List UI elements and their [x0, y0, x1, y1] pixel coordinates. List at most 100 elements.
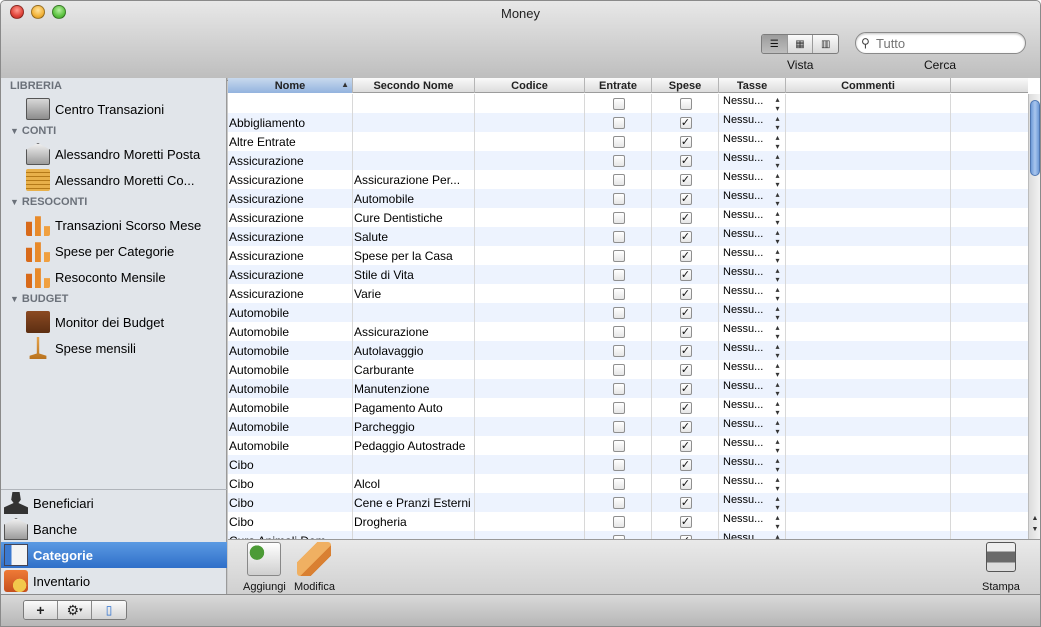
tax-select[interactable]: Nessu... ▴▾ [720, 133, 785, 151]
table-row[interactable]: Automobile Autolavaggio ✓ Nessu... ▴▾ [228, 341, 1028, 360]
column-header-tasse[interactable]: Tasse [719, 78, 786, 93]
cell-secondo-nome[interactable] [353, 132, 475, 151]
spese-checkbox[interactable]: ✓ [679, 287, 692, 300]
cell-codice[interactable] [475, 322, 585, 341]
tax-select[interactable]: Nessu... ▴▾ [720, 418, 785, 436]
spese-checkbox[interactable]: ✓ [679, 268, 692, 281]
tax-select[interactable]: Nessu... ▴▾ [720, 323, 785, 341]
table-row[interactable]: Automobile Parcheggio ✓ Nessu... ▴▾ [228, 417, 1028, 436]
entrate-checkbox[interactable] [612, 192, 625, 205]
tax-select[interactable]: Nessu... ▴▾ [720, 361, 785, 379]
spese-checkbox[interactable] [679, 97, 692, 110]
cell-commenti[interactable] [786, 398, 951, 417]
sidebar-item-account-posta[interactable]: Alessandro Moretti Posta [26, 142, 224, 166]
tax-select[interactable]: Nessu... ▴▾ [720, 475, 785, 493]
cell-secondo-nome[interactable]: Manutenzione [353, 379, 475, 398]
table-row[interactable]: Automobile Pedaggio Autostrade ✓ Nessu... ▴▾ [228, 436, 1028, 455]
cell-commenti[interactable] [786, 246, 951, 265]
cell-nome[interactable]: Assicurazione [228, 246, 353, 265]
sidebar-item-inventario[interactable]: Inventario [1, 568, 227, 594]
cell-commenti[interactable] [786, 208, 951, 227]
tax-select[interactable]: Nessu... ▴▾ [720, 228, 785, 246]
tax-select[interactable]: Nessu... ▴▾ [720, 399, 785, 417]
entrate-checkbox[interactable] [612, 135, 625, 148]
tax-select[interactable]: Nessu... ▴▾ [720, 190, 785, 208]
table-row[interactable]: Cura Animali Dom... ✓ Nessu... ▴▾ [228, 531, 1028, 539]
entrate-checkbox[interactable] [612, 287, 625, 300]
add-item-button[interactable]: + [24, 601, 58, 619]
entrate-checkbox[interactable] [612, 268, 625, 281]
cell-nome[interactable]: Assicurazione [228, 208, 353, 227]
entrate-checkbox[interactable] [612, 382, 625, 395]
cell-codice[interactable] [475, 246, 585, 265]
disclosure-triangle-icon[interactable]: ▼ [10, 294, 19, 304]
cell-commenti[interactable] [786, 493, 951, 512]
cell-commenti[interactable] [786, 227, 951, 246]
cell-codice[interactable] [475, 208, 585, 227]
entrate-checkbox[interactable] [612, 325, 625, 338]
cell-commenti[interactable] [786, 170, 951, 189]
entrate-checkbox[interactable] [612, 211, 625, 224]
table-row[interactable]: Assicurazione Spese per la Casa ✓ Nessu... ▴… [228, 246, 1028, 265]
entrate-checkbox[interactable] [612, 363, 625, 376]
cell-commenti[interactable] [786, 531, 951, 539]
sidebar-item-monitor-budget[interactable]: Monitor dei Budget [26, 310, 224, 334]
cell-secondo-nome[interactable] [353, 531, 475, 539]
cell-secondo-nome[interactable]: Automobile [353, 189, 475, 208]
sidebar-item-categorie[interactable]: Categorie [1, 542, 227, 568]
cell-codice[interactable] [475, 94, 585, 113]
add-category-button[interactable]: Aggiungi [243, 542, 286, 593]
sidebar-item-centro-transazioni[interactable]: Centro Transazioni [26, 97, 224, 121]
sidebar-header-resoconti[interactable]: ▼ RESOCONTI [10, 196, 87, 208]
spese-checkbox[interactable]: ✓ [679, 458, 692, 471]
table-row[interactable]: Altre Entrate ✓ Nessu... ▴▾ [228, 132, 1028, 151]
cell-codice[interactable] [475, 379, 585, 398]
cell-commenti[interactable] [786, 113, 951, 132]
cell-secondo-nome[interactable]: Carburante [353, 360, 475, 379]
sidebar-item-banche[interactable]: Banche [1, 516, 227, 542]
tax-select[interactable]: Nessu... ▴▾ [720, 513, 785, 531]
table-row[interactable]: Nessu... ▴▾ [228, 94, 1028, 113]
cell-codice[interactable] [475, 341, 585, 360]
tax-select[interactable]: Nessu... ▴▾ [720, 494, 785, 512]
spese-checkbox[interactable]: ✓ [679, 192, 692, 205]
cell-nome[interactable]: Automobile [228, 417, 353, 436]
cell-nome[interactable]: Assicurazione [228, 227, 353, 246]
cell-secondo-nome[interactable] [353, 113, 475, 132]
tax-select[interactable]: Nessu... ▴▾ [720, 456, 785, 474]
cell-codice[interactable] [475, 113, 585, 132]
cell-secondo-nome[interactable]: Parcheggio [353, 417, 475, 436]
cell-secondo-nome[interactable]: Cure Dentistiche [353, 208, 475, 227]
cell-codice[interactable] [475, 265, 585, 284]
sidebar-item-spese-mensili[interactable]: Spese mensili [26, 336, 224, 360]
cell-nome[interactable]: Assicurazione [228, 170, 353, 189]
entrate-checkbox[interactable] [612, 249, 625, 262]
cell-nome[interactable]: Automobile [228, 360, 353, 379]
entrate-checkbox[interactable] [612, 401, 625, 414]
cell-commenti[interactable] [786, 512, 951, 531]
entrate-checkbox[interactable] [612, 477, 625, 490]
table-row[interactable]: Cibo Cene e Pranzi Esterni ✓ Nessu... ▴▾ [228, 493, 1028, 512]
print-button[interactable]: Stampa [982, 542, 1020, 593]
cell-codice[interactable] [475, 284, 585, 303]
spese-checkbox[interactable]: ✓ [679, 135, 692, 148]
table-row[interactable]: Automobile Carburante ✓ Nessu... ▴▾ [228, 360, 1028, 379]
cell-secondo-nome[interactable]: Autolavaggio [353, 341, 475, 360]
entrate-checkbox[interactable] [612, 173, 625, 186]
table-row[interactable]: Assicurazione Stile di Vita ✓ Nessu... ▴▾ [228, 265, 1028, 284]
entrate-checkbox[interactable] [612, 420, 625, 433]
entrate-checkbox[interactable] [612, 230, 625, 243]
tax-select[interactable]: Nessu... ▴▾ [720, 532, 785, 540]
spese-checkbox[interactable]: ✓ [679, 230, 692, 243]
cell-secondo-nome[interactable] [353, 455, 475, 474]
scrollbar-thumb[interactable] [1030, 100, 1040, 176]
tax-select[interactable]: Nessu... ▴▾ [720, 304, 785, 322]
tax-select[interactable]: Nessu... ▴▾ [720, 114, 785, 132]
cell-codice[interactable] [475, 493, 585, 512]
tax-select[interactable]: Nessu... ▴▾ [720, 95, 785, 113]
entrate-checkbox[interactable] [612, 515, 625, 528]
tax-select[interactable]: Nessu... ▴▾ [720, 247, 785, 265]
table-row[interactable]: Assicurazione ✓ Nessu... ▴▾ [228, 151, 1028, 170]
cell-secondo-nome[interactable]: Pedaggio Autostrade [353, 436, 475, 455]
cell-nome[interactable]: Automobile [228, 341, 353, 360]
